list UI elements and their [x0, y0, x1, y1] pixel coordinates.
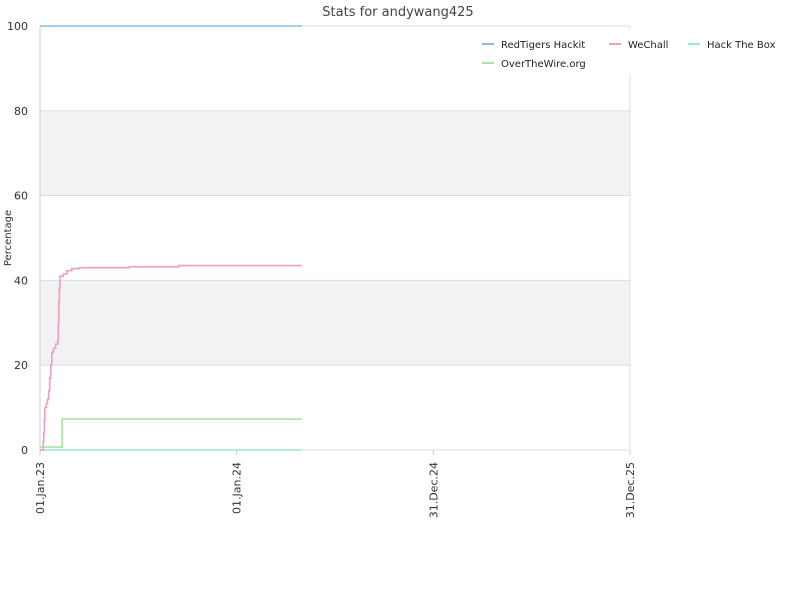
y-tick-label: 100 [7, 20, 28, 33]
x-tick-label: 31.Dec.25 [624, 462, 637, 518]
grid-band [40, 110, 630, 196]
y-tick-label: 80 [14, 105, 28, 118]
y-tick-label: 0 [21, 444, 28, 457]
x-tick-label: 01.Jan.24 [231, 462, 244, 514]
y-tick-label: 40 [14, 274, 28, 287]
series-line-overthewire-org [40, 418, 302, 448]
line-chart: 0 20 40 60 80 100 01.Jan.23 01.Jan.24 31.Dec.24… [3, 5, 800, 518]
axes [39, 26, 631, 450]
grid-band [40, 280, 630, 366]
y-tick-label: 60 [14, 190, 28, 203]
y-tick-label: 20 [14, 359, 28, 372]
grid-bands [40, 110, 630, 366]
legend-label: Hack The Box [707, 40, 776, 51]
x-axis-ticks: 01.Jan.23 01.Jan.24 31.Dec.24 31.Dec.25 [34, 450, 637, 518]
grid-lines [40, 25, 630, 451]
series-lines [40, 25, 302, 451]
x-tick-label: 31.Dec.24 [427, 462, 440, 518]
legend-label: OverTheWire.org [501, 59, 586, 70]
legend-label: RedTigers Hackit [501, 40, 585, 51]
chart-container: 0 20 40 60 80 100 01.Jan.23 01.Jan.24 31.Dec.24… [0, 0, 800, 600]
x-tick-label: 01.Jan.23 [34, 462, 47, 514]
chart-title: Stats for andywang425 [322, 5, 473, 20]
legend: RedTigers Hackit WeChall Hack The Box OverT… [470, 30, 800, 74]
y-axis-label: Percentage [3, 210, 14, 266]
legend-label: WeChall [628, 40, 668, 51]
